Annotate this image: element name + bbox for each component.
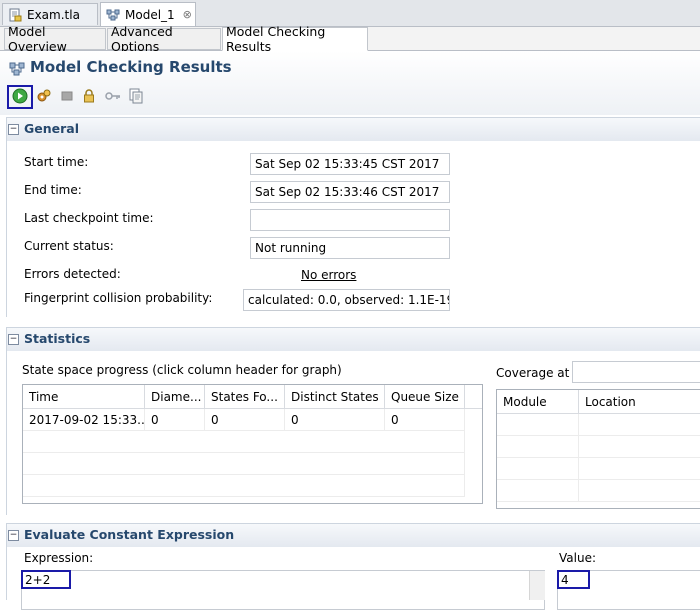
copy-icon <box>129 88 143 107</box>
editor-tab-exam-tla[interactable]: Exam.tla <box>2 3 98 25</box>
empty-row <box>579 458 700 480</box>
tab-advanced-options[interactable]: Advanced Options <box>107 24 221 54</box>
expression-value[interactable]: 2+2 <box>21 570 71 589</box>
stop-icon <box>60 89 74 106</box>
expression-input[interactable] <box>21 570 545 610</box>
empty-row <box>23 475 465 497</box>
column-header-distinct-states[interactable]: Distinct States <box>285 385 385 409</box>
key-button[interactable] <box>104 88 122 106</box>
general-section-title: General <box>24 121 79 136</box>
lock-icon <box>82 88 96 106</box>
run-icon <box>12 88 28 107</box>
column-header-location[interactable]: Location <box>579 390 700 414</box>
run-options-icon <box>36 88 52 107</box>
editor-tab-label: Exam.tla <box>27 7 80 22</box>
column-header-module[interactable]: Module <box>497 390 579 414</box>
key-icon <box>105 89 121 106</box>
statistics-section-header[interactable] <box>6 327 700 351</box>
editor-tab-model-1[interactable]: Model_1 ⊗ <box>100 2 196 26</box>
status-label: Current status: <box>24 239 114 253</box>
empty-row <box>23 453 465 475</box>
fingerprint-field[interactable]: calculated: 0.0, observed: 1.1E-19 <box>243 289 450 311</box>
tab-model-overview[interactable]: Model Overview <box>4 24 106 54</box>
checkpoint-field[interactable] <box>250 209 450 231</box>
start-time-field[interactable]: Sat Sep 02 15:33:45 CST 2017 <box>250 153 450 175</box>
progress-table[interactable]: Time Diame... States Fo... Distinct Stat… <box>22 384 483 504</box>
expression-label: Expression: <box>24 551 94 565</box>
table-cell[interactable]: 0 <box>145 409 205 431</box>
table-cell[interactable]: 0 <box>385 409 465 431</box>
empty-row <box>497 436 579 458</box>
copy-button[interactable] <box>127 88 145 106</box>
empty-row <box>497 458 579 480</box>
stop-button[interactable] <box>58 88 76 106</box>
run-button[interactable] <box>7 85 33 109</box>
coverage-field[interactable] <box>572 361 700 383</box>
tab-label: Advanced Options <box>111 24 173 54</box>
empty-row <box>497 480 579 502</box>
editor-tab-label: Model_1 <box>125 7 175 22</box>
checkpoint-label: Last checkpoint time: <box>24 211 154 225</box>
column-header-time[interactable]: Time <box>23 385 145 409</box>
empty-row <box>579 414 700 436</box>
errors-label: Errors detected: <box>24 267 121 281</box>
coverage-table[interactable]: Module Location <box>496 389 700 509</box>
errors-link[interactable]: No errors <box>301 268 356 282</box>
collapse-icon[interactable]: − <box>8 334 19 345</box>
empty-row <box>23 431 465 453</box>
general-section-header[interactable] <box>6 117 700 141</box>
statistics-section-title: Statistics <box>24 331 91 346</box>
evaluate-section-title: Evaluate Constant Expression <box>24 527 235 542</box>
status-field[interactable]: Not running <box>250 237 450 259</box>
run-options-button[interactable] <box>35 88 53 106</box>
scrollbar[interactable] <box>529 571 545 600</box>
coverage-label: Coverage at <box>496 366 570 380</box>
fingerprint-label: Fingerprint collision probability: <box>24 291 213 305</box>
column-header-filler <box>465 385 482 409</box>
table-cell[interactable]: 0 <box>285 409 385 431</box>
table-cell[interactable]: 0 <box>205 409 285 431</box>
start-time-label: Start time: <box>24 155 89 169</box>
table-cell[interactable]: 2017-09-02 15:33... <box>23 409 145 431</box>
close-icon[interactable]: ⊗ <box>183 8 192 21</box>
column-header-queue-size[interactable]: Queue Size <box>385 385 465 409</box>
column-header-diameter[interactable]: Diame... <box>145 385 205 409</box>
lock-button[interactable] <box>80 88 98 106</box>
collapse-icon[interactable]: − <box>8 124 19 135</box>
column-header-states-found[interactable]: States Fo... <box>205 385 285 409</box>
tab-model-checking-results[interactable]: Model Checking Results <box>222 24 368 54</box>
tla-file-icon <box>8 8 22 22</box>
tab-label: Model Overview <box>8 24 67 54</box>
collapse-icon[interactable]: − <box>8 530 19 541</box>
value-label: Value: <box>559 551 596 565</box>
page-title: Model Checking Results <box>30 58 232 76</box>
empty-row <box>497 414 579 436</box>
empty-row <box>579 480 700 502</box>
end-time-field[interactable]: Sat Sep 02 15:33:46 CST 2017 <box>250 181 450 203</box>
end-time-label: End time: <box>24 183 82 197</box>
empty-row <box>579 436 700 458</box>
model-icon <box>9 61 25 80</box>
model-icon <box>106 8 120 22</box>
progress-label: State space progress (click column heade… <box>22 363 342 377</box>
tab-label: Model Checking Results <box>226 24 326 54</box>
value-result: 4 <box>557 570 590 589</box>
